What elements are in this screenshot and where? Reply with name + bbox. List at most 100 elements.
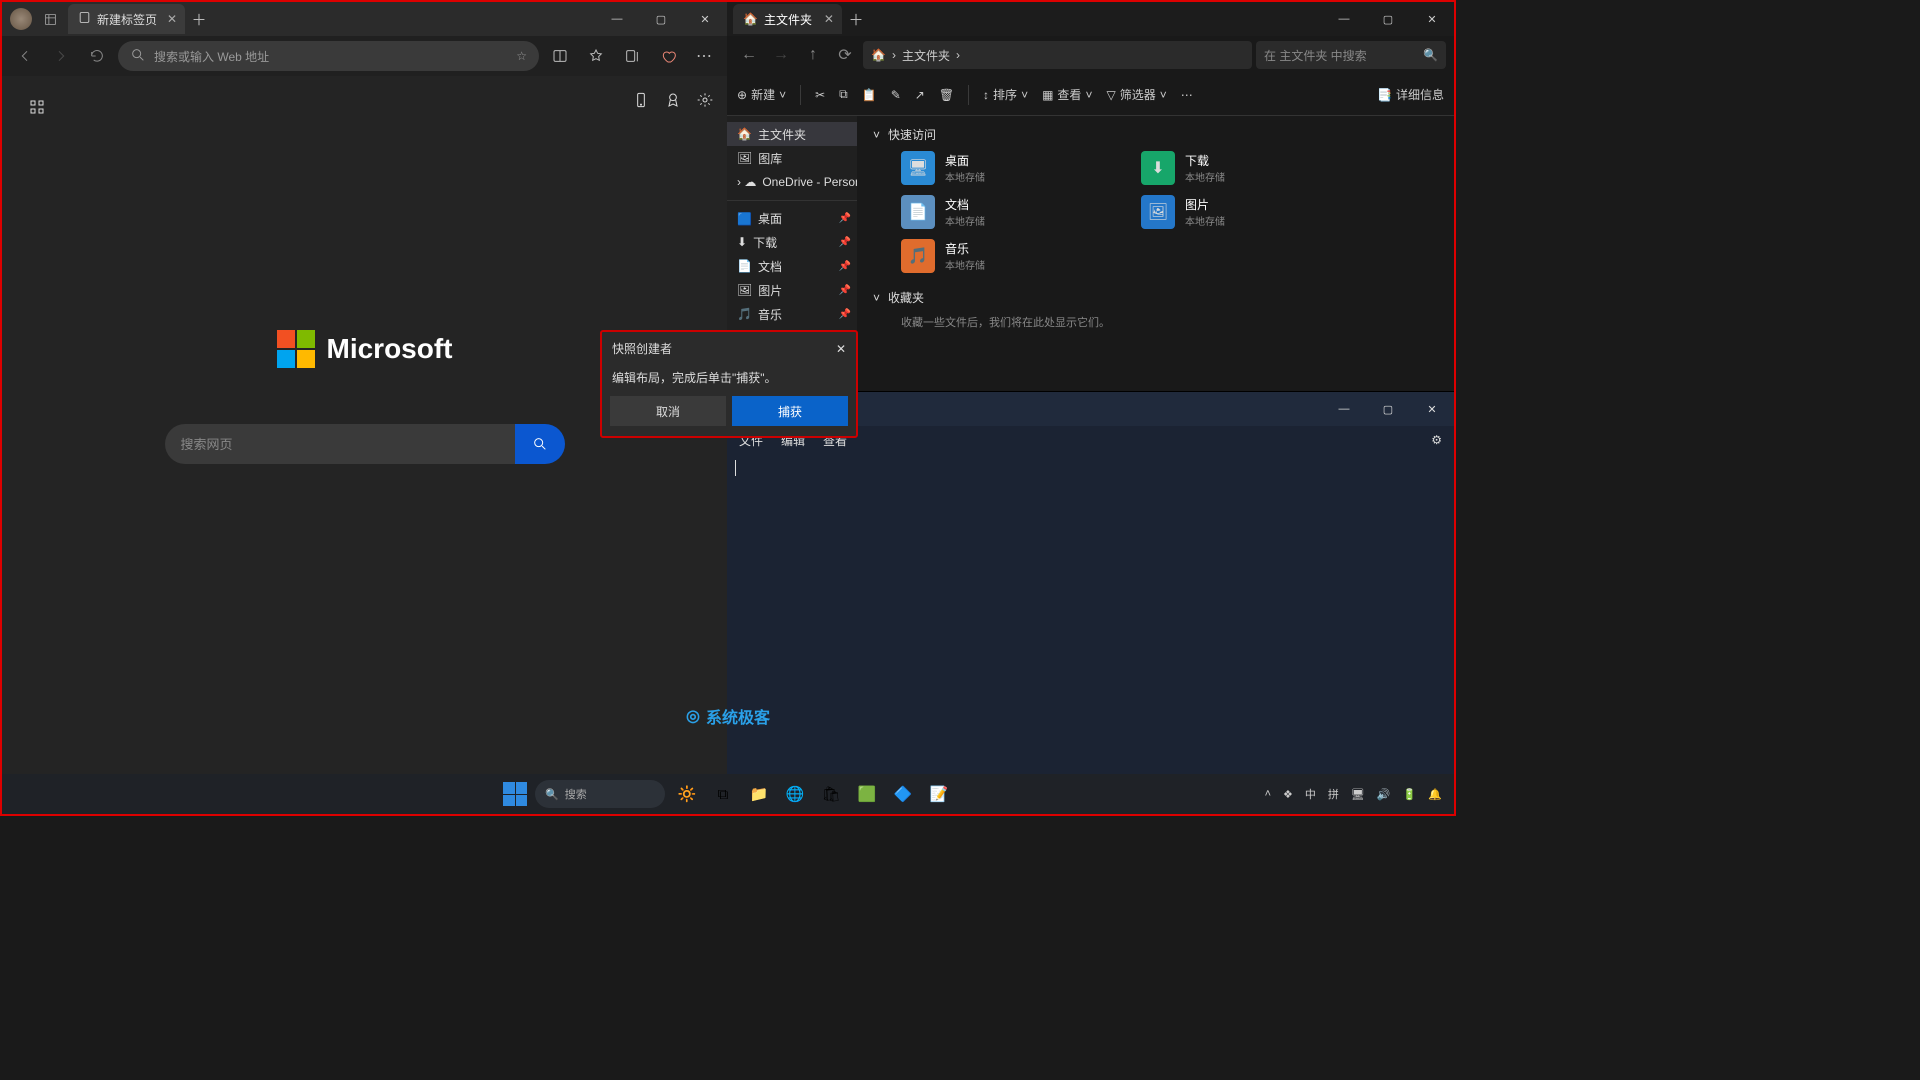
group-favorites[interactable]: ˅ 收藏夹 — [873, 289, 1438, 306]
sidebar-item-pictures[interactable]: 🖼 图片📌 — [727, 278, 857, 302]
folder-icon: 📄 — [901, 195, 935, 229]
notepad-icon[interactable]: 📝 — [925, 780, 953, 808]
ime-indicator[interactable]: 拼 — [1328, 786, 1339, 802]
delete-icon[interactable]: 🗑 — [939, 88, 954, 102]
filter-button[interactable]: ▽ 筛选器 ˅ — [1106, 86, 1166, 103]
quickaccess-item[interactable]: ⬇ 下载 本地存储 — [1141, 151, 1341, 185]
sidebar-item-documents[interactable]: 📄 文档📌 — [727, 254, 857, 278]
profile-avatar[interactable] — [10, 8, 32, 30]
sidebar-item-onedrive[interactable]: › ☁ OneDrive - Persona — [727, 170, 857, 194]
start-button[interactable] — [503, 782, 527, 806]
cut-icon[interactable]: ✂ — [815, 88, 825, 102]
explorer-tab[interactable]: 🏠 主文件夹 ✕ — [733, 4, 842, 34]
collections-icon[interactable] — [617, 41, 647, 71]
folder-icon: 🎵 — [901, 239, 935, 273]
back-button[interactable] — [10, 41, 40, 71]
address-bar[interactable]: 搜索或输入 Web 地址 ☆ — [118, 41, 539, 71]
settings-icon[interactable]: ⚙ — [1431, 433, 1442, 447]
new-tab-button[interactable]: ＋ — [842, 9, 870, 30]
item-subtitle: 本地存储 — [945, 257, 985, 272]
rename-icon[interactable]: ✎ — [891, 88, 901, 102]
explorer-icon[interactable]: 📁 — [745, 780, 773, 808]
maximize-button[interactable]: ▢ — [639, 2, 683, 36]
favorite-icon[interactable]: ☆ — [516, 49, 527, 63]
app-icon[interactable]: 🔷 — [889, 780, 917, 808]
quickaccess-item[interactable]: 📄 文档 本地存储 — [901, 195, 1101, 229]
web-search — [165, 424, 565, 464]
logo-text: Microsoft — [327, 333, 453, 365]
minimize-button[interactable]: ― — [1322, 2, 1366, 36]
tray-icon[interactable]: ❖ — [1283, 788, 1293, 801]
browser-tab[interactable]: 新建标签页 ✕ — [68, 4, 185, 34]
capture-button[interactable]: 捕获 — [732, 396, 848, 426]
edge-toolbar: 搜索或输入 Web 地址 ☆ ⋯ — [2, 36, 727, 76]
close-button[interactable]: ✕ — [1410, 392, 1454, 426]
maximize-button[interactable]: ▢ — [1366, 392, 1410, 426]
workspaces-icon[interactable] — [40, 9, 60, 29]
quickaccess-item[interactable]: 🎵 音乐 本地存储 — [901, 239, 1101, 273]
taskbar-search[interactable]: 🔍 搜索 — [535, 780, 665, 808]
item-name: 音乐 — [945, 240, 985, 257]
network-icon[interactable]: 🖥 — [1351, 788, 1365, 801]
search-button[interactable] — [515, 424, 565, 464]
sidebar-item-music[interactable]: 🎵 音乐📌 — [727, 302, 857, 326]
volume-icon[interactable]: 🔊 — [1377, 788, 1391, 801]
taskview-icon[interactable]: ⧉ — [709, 780, 737, 808]
more-icon[interactable]: ⋯ — [689, 41, 719, 71]
chevron-up-icon[interactable]: ˄ — [1265, 788, 1271, 800]
edge-content: Microsoft — [2, 76, 727, 814]
store-icon[interactable]: 🛍 — [817, 780, 845, 808]
paste-icon[interactable]: 📋 — [862, 88, 877, 102]
sidebar-item-desktop[interactable]: 🟦 桌面📌 — [727, 200, 857, 230]
close-button[interactable]: ✕ — [1410, 2, 1454, 36]
view-button[interactable]: ▦ 查看 ˅ — [1042, 86, 1092, 103]
sidebar-item-downloads[interactable]: ⬇ 下载📌 — [727, 230, 857, 254]
new-tab-button[interactable]: ＋ — [185, 9, 213, 30]
editor-area[interactable] — [727, 454, 1454, 792]
search-input[interactable] — [165, 424, 515, 464]
tab-title: 主文件夹 — [764, 11, 812, 28]
mobile-icon[interactable] — [633, 92, 649, 113]
minimize-button[interactable]: ― — [595, 2, 639, 36]
app-icon[interactable]: 🟩 — [853, 780, 881, 808]
group-quickaccess[interactable]: ˅ 快速访问 — [873, 126, 1438, 143]
details-button[interactable]: 📑 详细信息 — [1377, 86, 1444, 103]
minimize-button[interactable]: ― — [1322, 392, 1366, 426]
close-button[interactable]: ✕ — [683, 2, 727, 36]
edge-titlebar: 新建标签页 ✕ ＋ ― ▢ ✕ — [2, 2, 727, 36]
notepad-window: 无标题 ✕ ＋ ― ▢ ✕ 文件 编辑 查看 ⚙ 行 1，列 1 0 个字符 — [727, 392, 1454, 814]
settings-icon[interactable] — [697, 92, 713, 113]
apps-icon[interactable] — [22, 92, 52, 122]
refresh-button[interactable]: ⟳ — [831, 41, 859, 69]
split-screen-icon[interactable] — [545, 41, 575, 71]
explorer-search[interactable]: 在 主文件夹 中搜索 🔍 — [1256, 41, 1446, 69]
copilot-icon[interactable]: 🔆 — [673, 780, 701, 808]
more-icon[interactable]: ⋯ — [1181, 88, 1193, 102]
quickaccess-item[interactable]: 🖼 图片 本地存储 — [1141, 195, 1341, 229]
close-icon[interactable]: ✕ — [836, 342, 846, 356]
close-tab-icon[interactable]: ✕ — [824, 12, 834, 26]
favorites-icon[interactable] — [581, 41, 611, 71]
explorer-main: ˅ 快速访问 🖥 桌面 本地存储 ⬇ 下载 本地存储 📄 文档 本地存储 🖼 图片 本… — [857, 116, 1454, 391]
snapshot-dialog: 快照创建者 ✕ 编辑布局，完成后单击"捕获"。 取消 捕获 — [600, 330, 858, 438]
up-button[interactable]: ↑ — [799, 41, 827, 69]
edge-icon[interactable]: 🌐 — [781, 780, 809, 808]
battery-icon[interactable]: 🔋 — [1403, 788, 1417, 801]
sort-button[interactable]: ↕ 排序 ˅ — [983, 86, 1028, 103]
quickaccess-item[interactable]: 🖥 桌面 本地存储 — [901, 151, 1101, 185]
sidebar-item-gallery[interactable]: 🖼 图库 — [727, 146, 857, 170]
maximize-button[interactable]: ▢ — [1366, 2, 1410, 36]
close-tab-icon[interactable]: ✕ — [167, 12, 177, 26]
breadcrumb[interactable]: 🏠› 主文件夹› — [863, 41, 1252, 69]
rewards-icon[interactable] — [665, 92, 681, 113]
copy-icon[interactable]: ⧉ — [839, 87, 848, 102]
notification-icon[interactable]: 🔔 — [1428, 788, 1442, 801]
new-button[interactable]: ⊕ 新建 ˅ — [737, 86, 786, 103]
refresh-button[interactable] — [82, 41, 112, 71]
sidebar-item-home[interactable]: 🏠 主文件夹 — [727, 122, 857, 146]
ime-indicator[interactable]: 中 — [1305, 786, 1316, 802]
share-icon[interactable]: ↗ — [915, 88, 925, 102]
extensions-icon[interactable] — [653, 41, 683, 71]
cancel-button[interactable]: 取消 — [610, 396, 726, 426]
back-button[interactable]: ← — [735, 41, 763, 69]
